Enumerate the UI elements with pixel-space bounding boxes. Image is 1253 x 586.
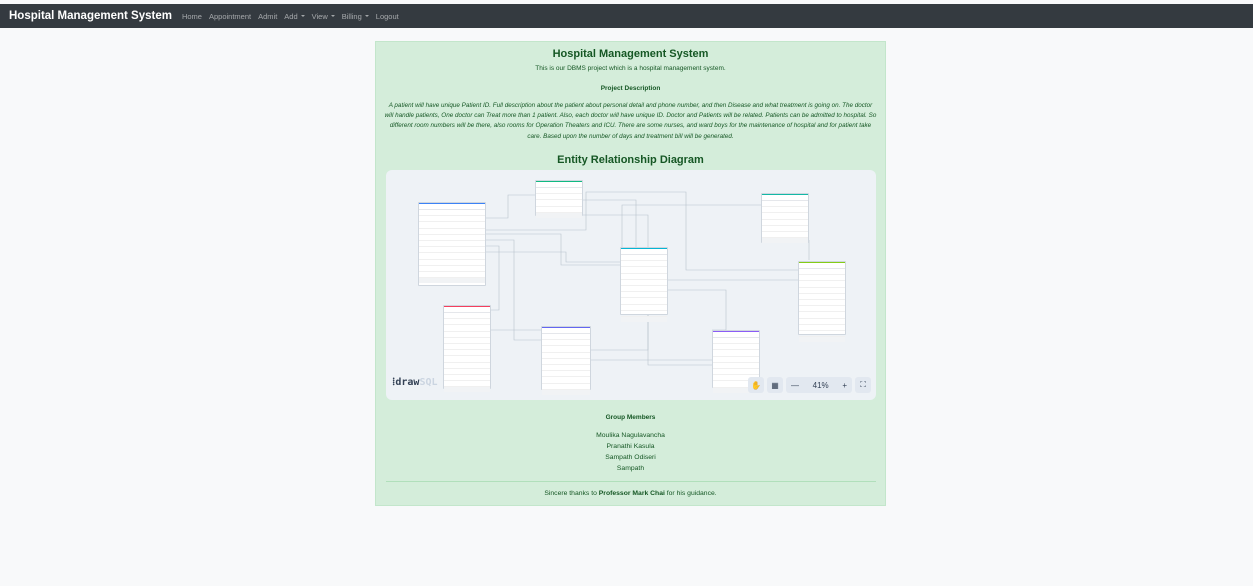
card-subtitle: This is our DBMS project which is a hosp…	[535, 65, 726, 72]
nav-add-dropdown[interactable]: Add	[284, 12, 305, 21]
erd-table-billing[interactable]	[541, 326, 591, 395]
nav-billing-dropdown[interactable]: Billing	[342, 12, 369, 21]
nav-home[interactable]: Home	[182, 12, 202, 21]
project-description: A patient will have unique Patient ID. F…	[384, 102, 877, 140]
grid-toggle-button[interactable]: ▦	[767, 377, 783, 393]
member-name: Pranathi Kasula	[606, 443, 655, 450]
member-name: Sampath Odiseri	[605, 454, 656, 461]
fullscreen-button[interactable]: ⛶	[855, 377, 871, 393]
caret-down-icon	[364, 15, 369, 17]
grid-icon: ▦	[771, 380, 779, 390]
card-title: Hospital Management System	[552, 48, 709, 60]
navbar: Hospital Management System Home Appointm…	[0, 4, 1253, 28]
erd-table-department[interactable]	[535, 180, 583, 218]
erd-table-admit[interactable]	[418, 202, 486, 286]
erd-diagram-embed[interactable]: ⁞drawSQL ✋ ▦ — 41% + ⛶	[386, 170, 876, 400]
erd-table-doc-appointment[interactable]	[798, 261, 846, 343]
description-heading: Project Description	[600, 85, 661, 92]
nav-view-dropdown[interactable]: View	[312, 12, 335, 21]
member-name: Moulika Nagulavancha	[596, 432, 665, 439]
hand-tool-button[interactable]: ✋	[748, 377, 764, 393]
zoom-control: — 41% +	[786, 377, 852, 393]
zoom-level: 41%	[812, 380, 829, 390]
info-card: Hospital Management System This is our D…	[375, 41, 886, 506]
caret-down-icon	[330, 15, 335, 17]
hand-icon: ✋	[751, 380, 761, 390]
zoom-out-icon[interactable]: —	[791, 381, 799, 390]
navbar-brand[interactable]: Hospital Management System	[9, 10, 172, 22]
members-heading: Group Members	[605, 414, 656, 421]
erd-table-staff[interactable]	[443, 305, 491, 393]
erd-table-patient[interactable]	[620, 247, 668, 322]
zoom-in-icon[interactable]: +	[842, 381, 847, 390]
fullscreen-icon: ⛶	[860, 380, 866, 389]
nav-admit[interactable]: Admit	[258, 12, 277, 21]
member-name: Sampath	[616, 465, 645, 472]
nav-appointment[interactable]: Appointment	[209, 12, 251, 21]
nav-logout[interactable]: Logout	[376, 12, 399, 21]
professor-name: Professor Mark Chai	[598, 490, 665, 497]
erd-heading: Entity Relationship Diagram	[557, 154, 704, 166]
divider	[386, 481, 876, 482]
acknowledgement: Sincere thanks to Professor Mark Chai fo…	[544, 490, 717, 497]
caret-down-icon	[300, 15, 305, 17]
drawsql-logo[interactable]: ⁞drawSQL	[392, 377, 438, 388]
erd-table-room[interactable]	[761, 193, 809, 244]
